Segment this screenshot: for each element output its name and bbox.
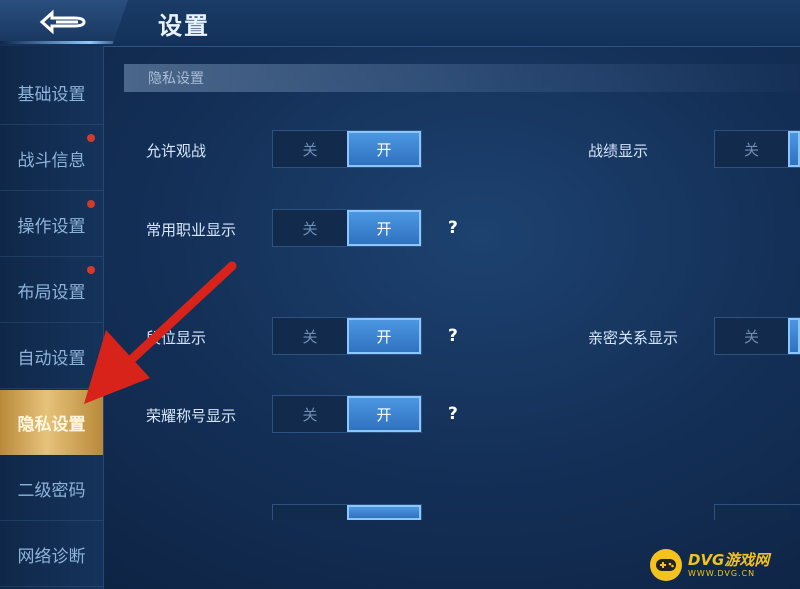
section-header: 隐私设置 — [124, 64, 800, 92]
toggle-on-option[interactable]: 开 — [347, 396, 421, 432]
sidebar-item-label: 布局设置 — [17, 282, 86, 303]
notification-badge — [87, 134, 95, 142]
toggle-off-option[interactable] — [715, 505, 789, 520]
gamepad-icon — [650, 549, 682, 581]
sidebar-item-label: 基础设置 — [17, 84, 86, 105]
setting-label-honor-title: 荣耀称号显示 — [146, 407, 237, 425]
sidebar-item-label: 网络诊断 — [17, 546, 86, 567]
toggle-partial-row — [272, 504, 422, 520]
watermark-title: DVG游戏网 — [688, 550, 770, 569]
watermark: DVG游戏网 WWW.DVG.CN — [650, 543, 798, 587]
toggle-off-option[interactable]: 关 — [273, 131, 347, 167]
toggle-on-option[interactable]: 开 — [788, 318, 800, 354]
toggle-on-option[interactable]: 开 — [347, 131, 421, 167]
toggle-rank-display: 关 开 — [272, 317, 422, 355]
toggle-on-option[interactable] — [347, 505, 421, 520]
toggle-intimacy-display: 关 开 — [714, 317, 800, 355]
help-icon[interactable]: ? — [448, 218, 458, 238]
setting-label-common-role: 常用职业显示 — [146, 221, 237, 239]
back-arrow-icon — [39, 9, 86, 35]
sidebar-item-label: 自动设置 — [17, 348, 86, 369]
toggle-on-option[interactable]: 开 — [347, 210, 421, 246]
toggle-honor-title: 关 开 — [272, 395, 422, 433]
setting-label-allow-spectate: 允许观战 — [146, 142, 207, 160]
toggle-off-option[interactable]: 关 — [273, 210, 347, 246]
sidebar-item-label: 隐私设置 — [17, 414, 86, 435]
help-icon[interactable]: ? — [448, 404, 458, 424]
toggle-off-option[interactable]: 关 — [273, 396, 347, 432]
setting-label-record-display: 战绩显示 — [588, 142, 649, 160]
sidebar: 基础设置 战斗信息 操作设置 布局设置 自动设置 隐私设置 二级密码 网络诊断 — [0, 46, 104, 589]
sidebar-item-label: 二级密码 — [17, 480, 86, 501]
sidebar-item-auto[interactable]: 自动设置 — [0, 324, 103, 389]
sidebar-item-layout[interactable]: 布局设置 — [0, 258, 103, 323]
toggle-off-option[interactable]: 关 — [715, 318, 789, 354]
toggle-allow-spectate: 关 开 — [272, 130, 422, 168]
toggle-common-role: 关 开 — [272, 209, 422, 247]
sidebar-item-secondary-password[interactable]: 二级密码 — [0, 456, 103, 521]
toggle-record-display: 关 开 — [714, 130, 800, 168]
section-title: 隐私设置 — [148, 71, 204, 87]
sidebar-item-controls[interactable]: 操作设置 — [0, 192, 103, 257]
help-icon[interactable]: ? — [448, 326, 458, 346]
sidebar-item-battle-info[interactable]: 战斗信息 — [0, 126, 103, 191]
toggle-on-option[interactable]: 开 — [347, 318, 421, 354]
sidebar-item-network[interactable]: 网络诊断 — [0, 522, 103, 587]
setting-label-intimacy-display: 亲密关系显示 — [588, 329, 679, 347]
sidebar-item-label: 战斗信息 — [17, 150, 86, 171]
toggle-off-option[interactable]: 关 — [273, 318, 347, 354]
top-bar: 设置 — [0, 0, 800, 47]
toggle-on-option[interactable]: 开 — [788, 131, 800, 167]
back-button[interactable] — [0, 0, 128, 44]
toggle-off-option[interactable] — [273, 505, 347, 520]
toggle-off-option[interactable]: 关 — [715, 131, 789, 167]
notification-badge — [87, 200, 95, 208]
setting-label-rank-display: 段位显示 — [146, 329, 207, 347]
page-title: 设置 — [158, 12, 210, 40]
toggle-partial-row-right — [714, 504, 800, 520]
sidebar-item-privacy[interactable]: 隐私设置 — [0, 390, 103, 455]
sidebar-item-label: 操作设置 — [17, 216, 86, 237]
notification-badge — [87, 266, 95, 274]
sidebar-item-basic[interactable]: 基础设置 — [0, 60, 103, 125]
watermark-url: WWW.DVG.CN — [688, 568, 756, 578]
